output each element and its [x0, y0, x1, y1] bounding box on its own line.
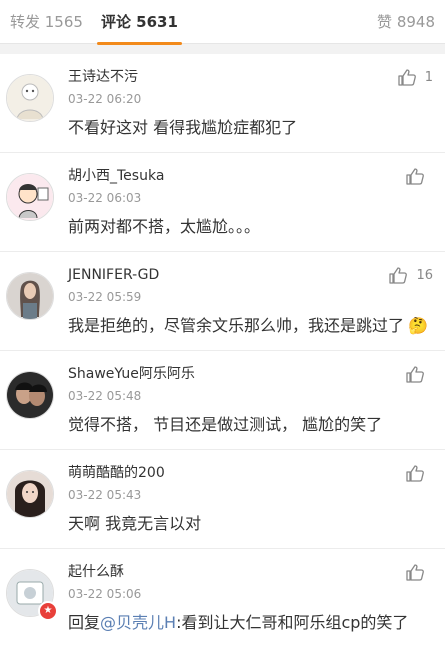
- comment-time: 03-22 05:06: [68, 587, 142, 601]
- reply-prefix: 回复: [68, 613, 101, 632]
- comment-item: ★ 起什么酥 03-22 05:06 回复@贝壳儿H:看到让大仁哥和阿乐组cp的…: [0, 549, 445, 647]
- thumbs-up-icon: [398, 69, 416, 86]
- comment-item: 胡小西_Tesuka 03-22 06:03 前两对都不搭，太尴尬。。。: [0, 153, 445, 252]
- thinking-emoji-icon: 🤔: [408, 316, 428, 335]
- comment-item: 王诗达不污 03-22 06:20 不看好这对 看得我尴尬症都犯了 1: [0, 54, 445, 153]
- comment-text: 不看好这对 看得我尴尬症都犯了: [68, 118, 298, 137]
- like-button[interactable]: [405, 563, 433, 581]
- section-divider: [0, 44, 445, 54]
- like-button[interactable]: [405, 167, 433, 185]
- avatar[interactable]: [6, 74, 54, 122]
- comment-text: 回复@贝壳儿H:看到让大仁哥和阿乐组cp的笑了: [68, 611, 433, 635]
- comment-time: 03-22 06:03: [68, 191, 142, 205]
- like-count: 16: [416, 267, 433, 283]
- comment-author[interactable]: ShaweYue阿乐阿乐: [68, 365, 433, 383]
- thumbs-up-icon: [389, 267, 408, 284]
- like-button[interactable]: [405, 464, 433, 482]
- avatar[interactable]: [6, 470, 54, 518]
- comment-time: 03-22 05:43: [68, 488, 142, 502]
- comment-time: 03-22 06:20: [68, 92, 142, 106]
- tab-repost[interactable]: 转发 1565: [10, 11, 83, 32]
- like-button[interactable]: [405, 365, 433, 383]
- comment-time: 03-22 05:59: [68, 290, 142, 304]
- comment-item: 萌萌酷酷的200 03-22 05:43 天啊 我竟无言以对: [0, 450, 445, 549]
- comment-author[interactable]: 萌萌酷酷的200: [68, 464, 433, 482]
- avatar[interactable]: [6, 173, 54, 221]
- comment-author[interactable]: 胡小西_Tesuka: [68, 167, 433, 185]
- comment-author[interactable]: 起什么酥: [68, 563, 433, 581]
- comment-text: 我是拒绝的，尽管余文乐那么帅，我还是跳过了 🤔: [68, 314, 433, 338]
- like-count: 1: [424, 69, 433, 85]
- like-button[interactable]: 16: [388, 266, 433, 284]
- tab-comments[interactable]: 评论 5631: [96, 11, 182, 45]
- comment-tabs: 转发 1565 评论 5631 赞 8948: [0, 0, 445, 45]
- comment-text: 前两对都不搭，太尴尬。。。: [68, 217, 261, 236]
- tab-likes[interactable]: 赞 8948: [377, 11, 435, 32]
- like-button[interactable]: 1: [397, 68, 433, 86]
- comment-item: JENNIFER-GD 03-22 05:59 我是拒绝的，尽管余文乐那么帅，我…: [0, 252, 445, 351]
- comment-time: 03-22 05:48: [68, 389, 142, 403]
- thumbs-up-icon: [406, 366, 424, 383]
- comment-text-body: 我是拒绝的，尽管余文乐那么帅，我还是跳过了: [68, 316, 405, 335]
- comment-text: 天啊 我竟无言以对: [68, 514, 202, 533]
- comment-text-body: :看到让大仁哥和阿乐组cp的笑了: [176, 613, 409, 632]
- avatar[interactable]: [6, 371, 54, 419]
- thumbs-up-icon: [406, 465, 424, 482]
- comment-list: 王诗达不污 03-22 06:20 不看好这对 看得我尴尬症都犯了 1 胡小西_…: [0, 54, 445, 647]
- comment-text: 觉得不搭， 节目还是做过测试， 尴尬的笑了: [68, 415, 383, 434]
- comment-author[interactable]: JENNIFER-GD: [68, 266, 433, 284]
- verified-badge-icon: ★: [38, 601, 58, 621]
- thumbs-up-icon: [406, 168, 424, 185]
- comment-author[interactable]: 王诗达不污: [68, 68, 433, 86]
- comment-item: ShaweYue阿乐阿乐 03-22 05:48 觉得不搭， 节目还是做过测试，…: [0, 351, 445, 450]
- thumbs-up-icon: [406, 564, 424, 581]
- mention-link[interactable]: @贝壳儿H: [100, 613, 176, 632]
- avatar[interactable]: [6, 272, 54, 320]
